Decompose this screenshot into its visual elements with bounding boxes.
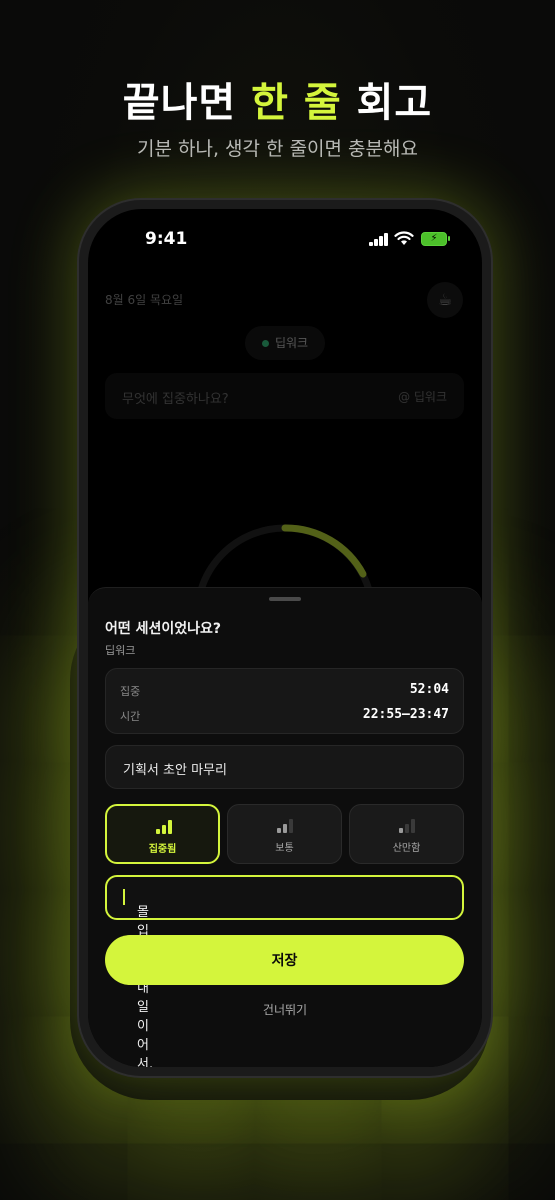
focus-input-tag: @ 딥워크 bbox=[398, 390, 447, 404]
hero-title: 끝나면 한 줄 회고 bbox=[0, 70, 555, 128]
rating-distracted-label: 산만함 bbox=[392, 843, 421, 854]
focus-input[interactable]: 무엇에 집중하나요? @ 딥워크 bbox=[105, 373, 464, 419]
sheet-mode-label: 딥워크 bbox=[105, 644, 136, 657]
hero-title-pre: 끝나면 bbox=[122, 80, 252, 126]
phone-frame: 9:41 ⚡ 8월 6일 목요일 ☕ 딥워크 무엇에 집중하나요? @ 딥워크 bbox=[79, 200, 491, 1076]
coffee-cup-icon[interactable]: ☕ bbox=[427, 282, 463, 318]
session-review-sheet: 어떤 세션이었나요? 딥워크 집중 52:04 시간 22:55–23:47 기… bbox=[88, 587, 482, 1067]
focus-input-placeholder: 무엇에 집중하나요? bbox=[122, 392, 229, 407]
sheet-handle[interactable] bbox=[269, 597, 301, 601]
rating-normal-button[interactable]: 보통 bbox=[227, 804, 342, 864]
note-input[interactable]: 몰입 잘 됨. 내일 이어서. bbox=[105, 875, 464, 1067]
hero-title-accent: 한 줄 bbox=[251, 80, 342, 126]
skip-link[interactable]: 건너뛰기 bbox=[88, 1001, 482, 1018]
date-label: 8월 6일 목요일 bbox=[105, 293, 184, 307]
stat-focus-label: 집중 bbox=[120, 685, 141, 698]
task-field-value: 기획서 초안 마무리 bbox=[123, 763, 227, 778]
mode-dot-icon bbox=[261, 340, 269, 347]
save-button[interactable]: 저장 bbox=[105, 935, 464, 985]
rating-focused-button[interactable]: 집중됨 bbox=[105, 804, 220, 864]
rating-normal-label: 보통 bbox=[275, 843, 294, 854]
task-field[interactable]: 기획서 초안 마무리 bbox=[105, 745, 464, 789]
stat-focus-value: 52:04 bbox=[409, 682, 449, 697]
phone-screen: 9:41 ⚡ 8월 6일 목요일 ☕ 딥워크 무엇에 집중하나요? @ 딥워크 bbox=[88, 209, 482, 1067]
stat-time-value: 22:55–23:47 bbox=[362, 707, 449, 722]
text-caret bbox=[123, 889, 125, 905]
hero-subtitle: 기분 하나, 생각 한 줄이면 충분해요 bbox=[137, 138, 418, 160]
mode-chip-label: 딥워크 bbox=[274, 336, 309, 350]
focus-level-bars-icon bbox=[276, 817, 296, 833]
focus-level-bars-icon bbox=[398, 817, 418, 833]
mode-chip[interactable]: 딥워크 bbox=[245, 326, 325, 360]
rating-focused-label: 집중됨 bbox=[148, 844, 177, 855]
rating-distracted-button[interactable]: 산만함 bbox=[349, 804, 464, 864]
sheet-title: 어떤 세션이었나요? bbox=[105, 621, 222, 637]
mood-rating-group: 집중됨 보통 산만함 bbox=[105, 804, 464, 864]
session-stats-card: 집중 52:04 시간 22:55–23:47 bbox=[105, 668, 464, 734]
focus-level-bars-icon bbox=[155, 818, 175, 834]
hero-title-post: 회고 bbox=[341, 80, 433, 126]
stat-time-label: 시간 bbox=[120, 710, 141, 723]
